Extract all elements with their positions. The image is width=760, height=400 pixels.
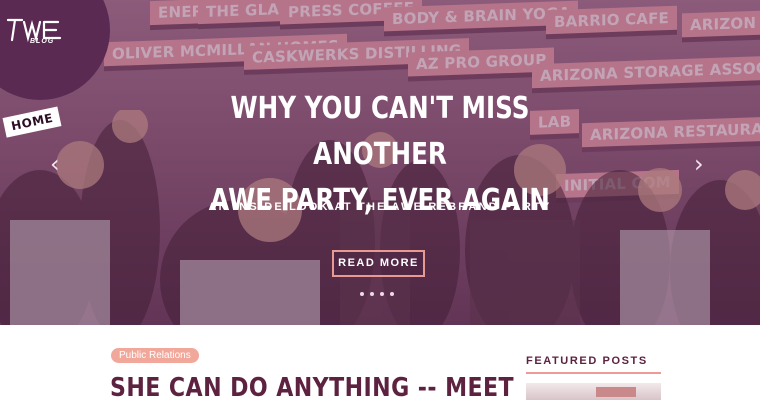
hero-subtitle: AN INSIDE LOOK AT THE AWE REBRAND PARTY: [208, 201, 552, 213]
featured-post-thumbnail[interactable]: [526, 383, 661, 400]
read-more-button[interactable]: READ MORE: [332, 250, 425, 277]
hero-slider: ENER THE GLADLY PRESS COFFEE BODY & BRAI…: [0, 0, 760, 325]
hero-title-line-1: WHY YOU CAN'T MISS ANOTHER: [230, 91, 530, 172]
slide-dot-4[interactable]: [390, 292, 394, 296]
slide-dot-3[interactable]: [380, 292, 384, 296]
logo-subtitle: BLOG: [30, 38, 55, 45]
slide-dot-2[interactable]: [370, 292, 374, 296]
featured-divider: [526, 372, 661, 374]
thumbnail-detail: [596, 387, 636, 397]
featured-posts-heading: FEATURED POSTS: [526, 355, 648, 367]
next-slide-icon[interactable]: ›: [694, 150, 704, 178]
category-tag[interactable]: Public Relations: [111, 348, 199, 363]
article-title[interactable]: SHE CAN DO ANYTHING -- MEET: [110, 373, 514, 400]
prev-slide-icon[interactable]: ‹: [50, 150, 60, 178]
slide-dots: [360, 292, 394, 296]
slide-dot-1[interactable]: [360, 292, 364, 296]
